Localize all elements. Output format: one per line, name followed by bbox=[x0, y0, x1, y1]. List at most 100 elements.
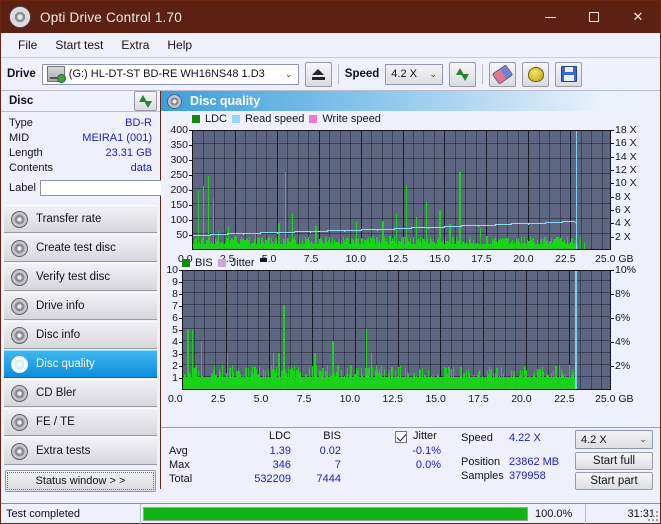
jitter-checkbox[interactable] bbox=[395, 431, 407, 443]
menu-start-test-label: Start test bbox=[55, 38, 104, 52]
y-axis-tick bbox=[189, 205, 192, 206]
y2-axis-tick bbox=[611, 156, 614, 158]
grid-line bbox=[183, 316, 610, 317]
grid-line bbox=[549, 131, 551, 249]
drive-select[interactable]: (G:) HL-DT-ST BD-RE WH16NS48 1.D3 ⌄ bbox=[41, 63, 299, 85]
stats-avg-bis: 0.02 bbox=[319, 445, 341, 457]
data-bar bbox=[298, 242, 300, 249]
eject-button[interactable] bbox=[304, 61, 332, 87]
data-bar bbox=[401, 237, 404, 249]
data-bar bbox=[495, 236, 497, 249]
stats-samples-label: Samples bbox=[461, 470, 504, 482]
y-axis-tick bbox=[179, 306, 182, 307]
grid-line bbox=[475, 131, 477, 249]
data-bar bbox=[465, 241, 467, 249]
read-speed-line bbox=[410, 228, 412, 229]
data-bar bbox=[510, 370, 513, 389]
save-button[interactable] bbox=[555, 61, 583, 87]
menu-help[interactable]: Help bbox=[158, 36, 201, 54]
data-bar bbox=[278, 237, 280, 249]
data-bar bbox=[341, 369, 343, 389]
data-bar bbox=[580, 237, 582, 249]
sidebar-item-disc-quality[interactable]: Disc quality bbox=[4, 350, 157, 378]
stats-max-bis: 7 bbox=[334, 459, 341, 471]
start-part-button[interactable]: Start part bbox=[575, 472, 653, 490]
status-message: Test completed bbox=[1, 503, 141, 524]
data-bar bbox=[542, 241, 544, 249]
speed-select[interactable]: 4.2 X ⌄ bbox=[385, 63, 444, 85]
menu-extra[interactable]: Extra bbox=[112, 36, 158, 54]
data-bar bbox=[362, 375, 364, 389]
sidebar-item-transfer-rate[interactable]: Transfer rate bbox=[4, 205, 157, 233]
data-bar bbox=[258, 237, 260, 249]
data-bar bbox=[356, 239, 358, 249]
data-bar bbox=[537, 239, 539, 249]
data-bar bbox=[452, 237, 454, 249]
refresh-button[interactable] bbox=[449, 61, 477, 87]
data-bar bbox=[281, 370, 283, 389]
refresh-icon bbox=[455, 67, 470, 82]
bulb-button[interactable] bbox=[522, 61, 550, 87]
sidebar-item-label: Transfer rate bbox=[36, 213, 102, 225]
sidebar-item-drive-info[interactable]: Drive info bbox=[4, 292, 157, 320]
sidebar-nav: Transfer rate Create test disc Verify te… bbox=[1, 205, 160, 466]
y2-axis-tick-label: 10 X bbox=[615, 177, 637, 190]
grid-line bbox=[601, 271, 603, 389]
data-bar bbox=[242, 239, 244, 249]
grid-line bbox=[486, 131, 488, 249]
x-axis-tick-label: 10.0 bbox=[339, 393, 361, 405]
x-axis-tick-label: 7.5 bbox=[296, 393, 312, 405]
grid-line bbox=[440, 271, 442, 389]
read-speed-line bbox=[327, 230, 344, 231]
data-bar bbox=[555, 366, 557, 389]
data-bar bbox=[583, 241, 585, 249]
maximize-button[interactable] bbox=[572, 1, 616, 33]
data-bar bbox=[197, 371, 199, 389]
erase-button[interactable] bbox=[489, 61, 517, 87]
minimize-button[interactable] bbox=[528, 1, 572, 33]
data-bar bbox=[552, 371, 554, 389]
disc-rescan-button[interactable] bbox=[134, 91, 157, 111]
y-axis-tick bbox=[189, 235, 192, 236]
y2-axis-tick bbox=[611, 236, 614, 238]
data-bar bbox=[489, 376, 491, 389]
sidebar-item-create-test-disc[interactable]: Create test disc bbox=[4, 234, 157, 262]
grid-line bbox=[402, 131, 404, 249]
data-bar bbox=[265, 370, 267, 389]
data-bar bbox=[360, 241, 362, 249]
close-button[interactable]: ✕ bbox=[616, 1, 660, 33]
start-full-button[interactable]: Start full bbox=[575, 452, 653, 470]
grid-line bbox=[193, 158, 610, 159]
grid-line bbox=[461, 271, 463, 389]
ldc-chart[interactable]: 50 100 150 200 250 300 350 400 2 X4 X6 X8 X 10 X1… bbox=[161, 111, 658, 271]
sidebar-item-verify-test-disc[interactable]: Verify test disc bbox=[4, 263, 157, 291]
speed-select-stats[interactable]: 4.2 X ⌄ bbox=[575, 430, 653, 449]
x-axis-tick-label: 17.5 bbox=[468, 393, 489, 405]
y-axis-tick-label: 6 bbox=[172, 312, 178, 324]
grid-line bbox=[570, 131, 572, 249]
data-bar bbox=[484, 243, 486, 249]
bis-chart[interactable]: 1 2 3 4 5 6 7 8 9 10 2% 4% 6% 8% 10% 0.0 2.5 5.0 7.5 10.0 12… bbox=[161, 251, 658, 405]
data-bar bbox=[337, 241, 339, 249]
y-axis-tick-label: 9 bbox=[172, 276, 178, 288]
read-speed-line bbox=[511, 223, 529, 225]
menu-file[interactable]: File bbox=[9, 36, 46, 54]
grid-line bbox=[193, 188, 610, 189]
sidebar-item-extra-tests[interactable]: Extra tests bbox=[4, 437, 157, 465]
menu-start-test[interactable]: Start test bbox=[46, 36, 112, 54]
grid-line bbox=[515, 271, 517, 389]
read-speed-line bbox=[377, 228, 395, 230]
data-bar bbox=[448, 238, 451, 249]
data-bar bbox=[415, 239, 417, 249]
grid-line bbox=[255, 131, 257, 249]
data-bar bbox=[433, 239, 435, 249]
data-bar bbox=[421, 376, 423, 389]
stats-col-jitter: Jitter bbox=[413, 430, 437, 442]
sidebar-item-cd-bler[interactable]: CD Bler bbox=[4, 379, 157, 407]
status-window-button[interactable]: Status window > > bbox=[5, 470, 156, 492]
data-bar bbox=[450, 241, 452, 249]
data-bar bbox=[315, 366, 318, 389]
sidebar-item-disc-info[interactable]: Disc info bbox=[4, 321, 157, 349]
grid-line bbox=[245, 131, 247, 249]
sidebar-item-fe-te[interactable]: FE / TE bbox=[4, 408, 157, 436]
